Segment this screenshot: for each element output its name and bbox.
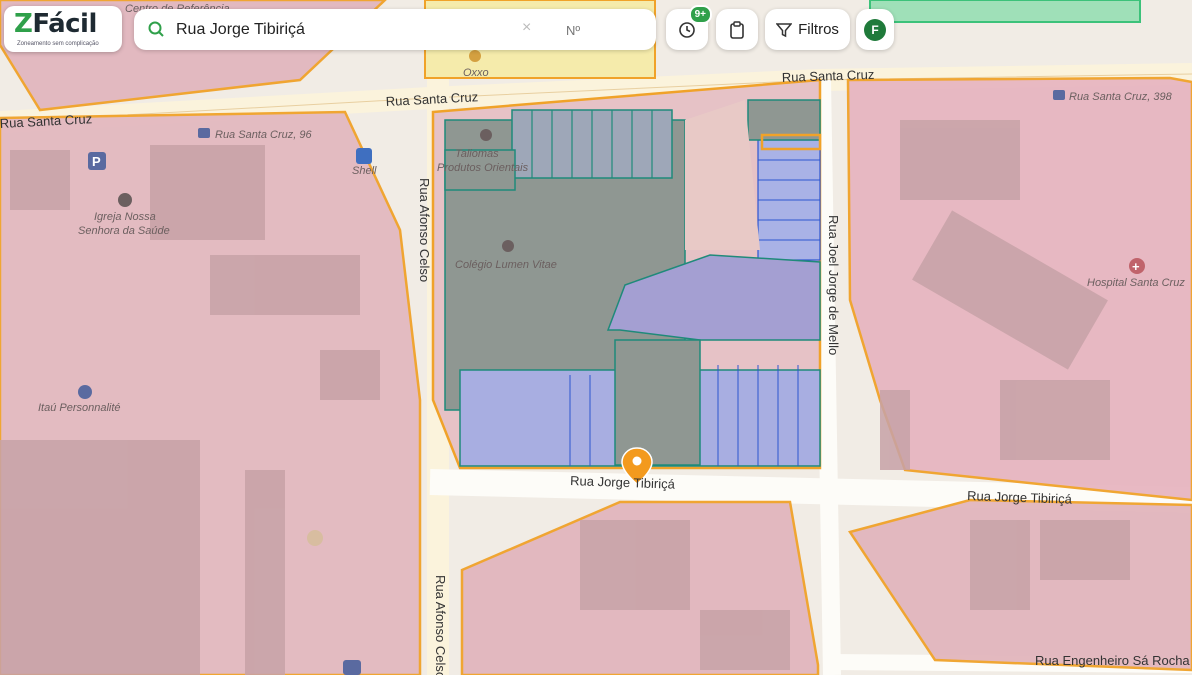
- poi-santa-cruz-96: Rua Santa Cruz, 96: [215, 129, 312, 141]
- street-label-engenheiro: Rua Engenheiro Sá Rocha: [1035, 653, 1190, 668]
- poi-taliomas-line2: Produtos Orientais: [437, 162, 529, 174]
- search-icon: [148, 21, 164, 37]
- logo-tagline: Zoneamento sem complicação: [17, 41, 99, 47]
- address-icon: [1053, 90, 1065, 100]
- search-bar[interactable]: ×: [134, 9, 656, 50]
- street-label-afonso-celso-bottom: Rua Afonso Celso: [433, 575, 448, 675]
- history-badge: 9+: [688, 5, 712, 24]
- search-input[interactable]: [174, 17, 508, 43]
- parking-icon: [343, 660, 361, 675]
- address-icon: [198, 128, 210, 138]
- profile-button[interactable]: F: [856, 9, 894, 50]
- clear-icon[interactable]: ×: [522, 19, 531, 37]
- poi-igreja-line1: Igreja Nossa: [94, 211, 156, 223]
- app-logo[interactable]: ZFácil Zoneamento sem complicação: [4, 6, 122, 52]
- clipboard-button[interactable]: [716, 9, 758, 50]
- history-button[interactable]: 9+: [666, 5, 712, 50]
- filters-button[interactable]: Filtros: [765, 9, 850, 50]
- filter-icon: [776, 22, 793, 37]
- sports-icon: [307, 530, 323, 546]
- poi-oxxo: Oxxo: [463, 67, 489, 79]
- poi-itau: Itaú Personnalité: [38, 402, 121, 414]
- profile-avatar: F: [864, 18, 886, 41]
- lots: [444, 99, 822, 467]
- poi-igreja-line2: Senhora da Saúde: [78, 225, 170, 237]
- svg-text:P: P: [92, 154, 101, 169]
- logo-wordmark: ZFácil: [14, 9, 97, 39]
- shop-icon: [480, 129, 492, 141]
- number-input[interactable]: [564, 17, 648, 43]
- poi-colegio: Colégio Lumen Vitae: [455, 259, 557, 271]
- map-canvas[interactable]: Rua Santa Cruz Rua Santa Cruz Rua Santa …: [0, 0, 1192, 675]
- fuel-icon: [356, 148, 372, 164]
- clipboard-icon: [730, 20, 744, 39]
- street-label-afonso-celso-top: Rua Afonso Celso: [417, 178, 432, 282]
- poi-shell: Shell: [352, 165, 377, 177]
- lot-bottom-gray[interactable]: [614, 339, 701, 466]
- svg-text:+: +: [1132, 259, 1140, 274]
- bank-icon: [78, 385, 92, 399]
- poi-hospital: Hospital Santa Cruz: [1087, 277, 1185, 289]
- school-icon: [502, 240, 514, 252]
- poi-taliomas-line1: Taliomas: [455, 148, 499, 160]
- store-icon: [469, 50, 481, 62]
- poi-santa-cruz-398: Rua Santa Cruz, 398: [1069, 91, 1173, 103]
- street-label-joel-jorge: Rua Joel Jorge de Mello: [826, 215, 841, 355]
- filters-label: Filtros: [798, 21, 839, 38]
- zone-green-top[interactable]: [869, 0, 1141, 23]
- church-icon: [118, 193, 132, 207]
